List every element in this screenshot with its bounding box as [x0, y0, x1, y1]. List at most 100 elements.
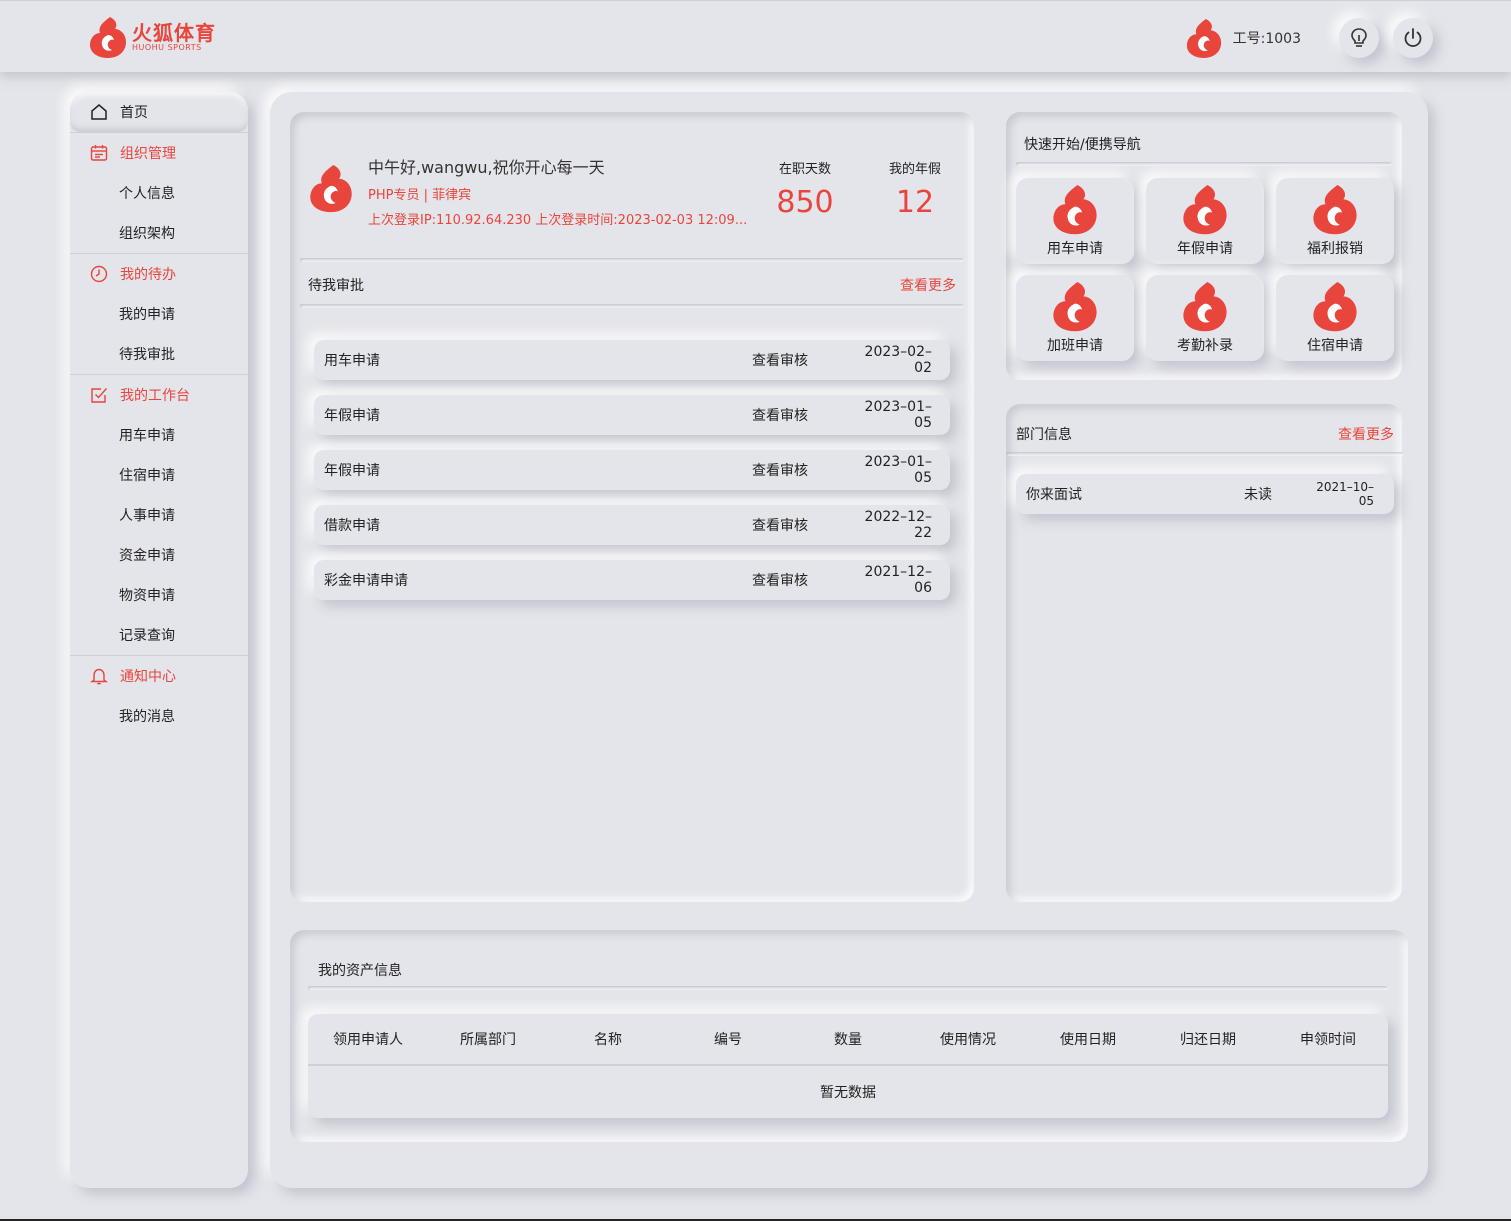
column-header[interactable]: 编号 [668, 1029, 788, 1049]
divider [1006, 452, 1404, 456]
employee-id: 工号:1003 [1232, 31, 1301, 47]
quick-tile-label: 考勤补录 [1177, 338, 1233, 354]
column-header[interactable]: 使用日期 [1028, 1029, 1148, 1049]
bell-icon [90, 668, 108, 685]
user-avatar-icon[interactable] [1185, 17, 1223, 59]
dept-message-title: 你来面试 [1026, 487, 1082, 503]
sidebar-group-header[interactable]: 通知中心 [70, 656, 248, 696]
assets-table: 领用申请人 所属部门 名称 编号 数量 使用情况 使用日期 归还日期 申领时间 … [308, 1014, 1388, 1118]
sidebar-group-header[interactable]: 我的工作台 [70, 375, 248, 415]
sidebar-group-title: 我的待办 [120, 267, 176, 283]
lightbulb-icon [1351, 28, 1367, 47]
sidebar-group-workbench: 我的工作台 用车申请 住宿申请 人事申请 资金申请 物资申请 记录查询 [70, 374, 248, 655]
sidebar-item-car-request[interactable]: 用车申请 [70, 415, 248, 455]
approval-name: 年假申请 [324, 408, 380, 424]
approvals-more-link[interactable]: 查看更多 [900, 275, 956, 295]
sidebar-item-org-chart[interactable]: 组织架构 [70, 213, 248, 253]
sidebar-group-title: 通知中心 [120, 669, 176, 685]
quick-tile-car[interactable]: 用车申请 [1016, 178, 1134, 264]
quick-tile-label: 福利报销 [1307, 241, 1363, 257]
quick-tile-leave[interactable]: 年假申请 [1146, 178, 1264, 264]
assets-title: 我的资产信息 [318, 963, 402, 979]
brand-name: 火狐体育 [132, 20, 216, 45]
column-header[interactable]: 申领时间 [1268, 1029, 1388, 1049]
quick-nav-title: 快速开始/便携导航 [1024, 137, 1141, 153]
power-icon [1404, 28, 1422, 47]
divider [300, 304, 964, 308]
flame-icon [1313, 185, 1357, 235]
dept-message-status: 未读 [1244, 487, 1272, 503]
last-login-info: 上次登录IP:110.92.64.230 上次登录时间:2023-02-03 1… [368, 213, 748, 228]
approval-row[interactable]: 借款申请 查看审核 2022–12–22 [314, 505, 950, 545]
sidebar-item-my-requests[interactable]: 我的申请 [70, 294, 248, 334]
quick-tile-lodging[interactable]: 住宿申请 [1276, 275, 1394, 361]
review-link[interactable]: 查看审核 [752, 405, 848, 425]
column-header[interactable]: 数量 [788, 1029, 908, 1049]
flame-icon [1183, 185, 1227, 235]
sidebar-item-hr-request[interactable]: 人事申请 [70, 495, 248, 535]
sidebar-item-personal-info[interactable]: 个人信息 [70, 173, 248, 213]
welcome-panel: 中午好,wangwu,祝你开心每一天 PHP专员 | 菲律宾 上次登录IP:11… [290, 112, 974, 902]
approval-row[interactable]: 彩金申请申请 查看审核 2021–12–06 [314, 560, 950, 600]
approval-name: 借款申请 [324, 518, 380, 534]
sidebar-item-records[interactable]: 记录查询 [70, 615, 248, 655]
stat-days-employed: 在职天数 850 [765, 158, 845, 220]
dept-message-row[interactable]: 你来面试 未读 2021–10–05 [1016, 474, 1394, 514]
sidebar-item-label: 首页 [120, 105, 148, 121]
column-header[interactable]: 名称 [548, 1029, 668, 1049]
dept-more-link[interactable]: 查看更多 [1338, 424, 1394, 444]
sidebar-group-header[interactable]: 我的待办 [70, 254, 248, 294]
column-header[interactable]: 领用申请人 [308, 1029, 428, 1049]
department-panel: 部门信息 查看更多 你来面试 未读 2021–10–05 [1006, 404, 1402, 902]
theme-toggle-button[interactable] [1339, 18, 1379, 58]
clock-icon [90, 265, 108, 283]
sidebar-group-title: 组织管理 [120, 146, 176, 162]
review-link[interactable]: 查看审核 [752, 515, 848, 535]
stat-label: 我的年假 [888, 162, 941, 177]
sidebar: 首页 组织管理 个人信息 组织架构 我的待办 我的申请 待我审批 我的工作台 用… [70, 92, 248, 1188]
column-header[interactable]: 归还日期 [1148, 1029, 1268, 1049]
dept-title: 部门信息 [1016, 427, 1072, 443]
main-content: 中午好,wangwu,祝你开心每一天 PHP专员 | 菲律宾 上次登录IP:11… [270, 92, 1428, 1188]
sidebar-item-funds-request[interactable]: 资金申请 [70, 535, 248, 575]
approval-row[interactable]: 用车申请 查看审核 2023–02–02 [314, 340, 950, 380]
quick-tile-label: 年假申请 [1177, 241, 1233, 257]
quick-tile-label: 用车申请 [1047, 241, 1103, 257]
divider [1016, 162, 1392, 166]
quick-tile-attendance[interactable]: 考勤补录 [1146, 275, 1264, 361]
approval-name: 彩金申请申请 [324, 573, 408, 589]
sidebar-item-supplies-request[interactable]: 物资申请 [70, 575, 248, 615]
flame-logo-icon [90, 17, 126, 58]
sidebar-item-lodging-request[interactable]: 住宿申请 [70, 455, 248, 495]
approval-name: 年假申请 [324, 463, 380, 479]
approval-date: 2023–01–05 [864, 399, 932, 431]
logo[interactable]: 火狐体育 HUOHU SPORTS [88, 15, 216, 59]
sidebar-item-home[interactable]: 首页 [70, 92, 248, 132]
review-link[interactable]: 查看审核 [752, 350, 848, 370]
sidebar-item-my-messages[interactable]: 我的消息 [70, 696, 248, 736]
sidebar-item-pending-approvals[interactable]: 待我审批 [70, 334, 248, 374]
quick-tile-label: 加班申请 [1047, 338, 1103, 354]
quick-tile-overtime[interactable]: 加班申请 [1016, 275, 1134, 361]
approval-date: 2023–01–05 [864, 454, 932, 486]
review-link[interactable]: 查看审核 [752, 570, 848, 590]
sidebar-group-todo: 我的待办 我的申请 待我审批 [70, 253, 248, 374]
quick-tile-label: 住宿申请 [1307, 338, 1363, 354]
review-link[interactable]: 查看审核 [752, 460, 848, 480]
user-role: PHP专员 | 菲律宾 [368, 188, 472, 203]
logout-button[interactable] [1393, 18, 1433, 58]
approval-row[interactable]: 年假申请 查看审核 2023–01–05 [314, 395, 950, 435]
approval-row[interactable]: 年假申请 查看审核 2023–01–05 [314, 450, 950, 490]
sidebar-group-header[interactable]: 组织管理 [70, 133, 248, 173]
sidebar-group-org: 组织管理 个人信息 组织架构 [70, 132, 248, 253]
flame-icon [1183, 282, 1227, 332]
column-header[interactable]: 使用情况 [908, 1029, 1028, 1049]
sidebar-group-title: 我的工作台 [120, 388, 190, 404]
stat-label: 在职天数 [778, 162, 831, 177]
sidebar-group-notifications: 通知中心 我的消息 [70, 655, 248, 736]
home-icon [91, 104, 107, 120]
brand-subtitle: HUOHU SPORTS [132, 42, 202, 52]
column-header[interactable]: 所属部门 [428, 1029, 548, 1049]
top-header: 火狐体育 HUOHU SPORTS 工号:1003 [0, 0, 1511, 72]
quick-tile-welfare[interactable]: 福利报销 [1276, 178, 1394, 264]
